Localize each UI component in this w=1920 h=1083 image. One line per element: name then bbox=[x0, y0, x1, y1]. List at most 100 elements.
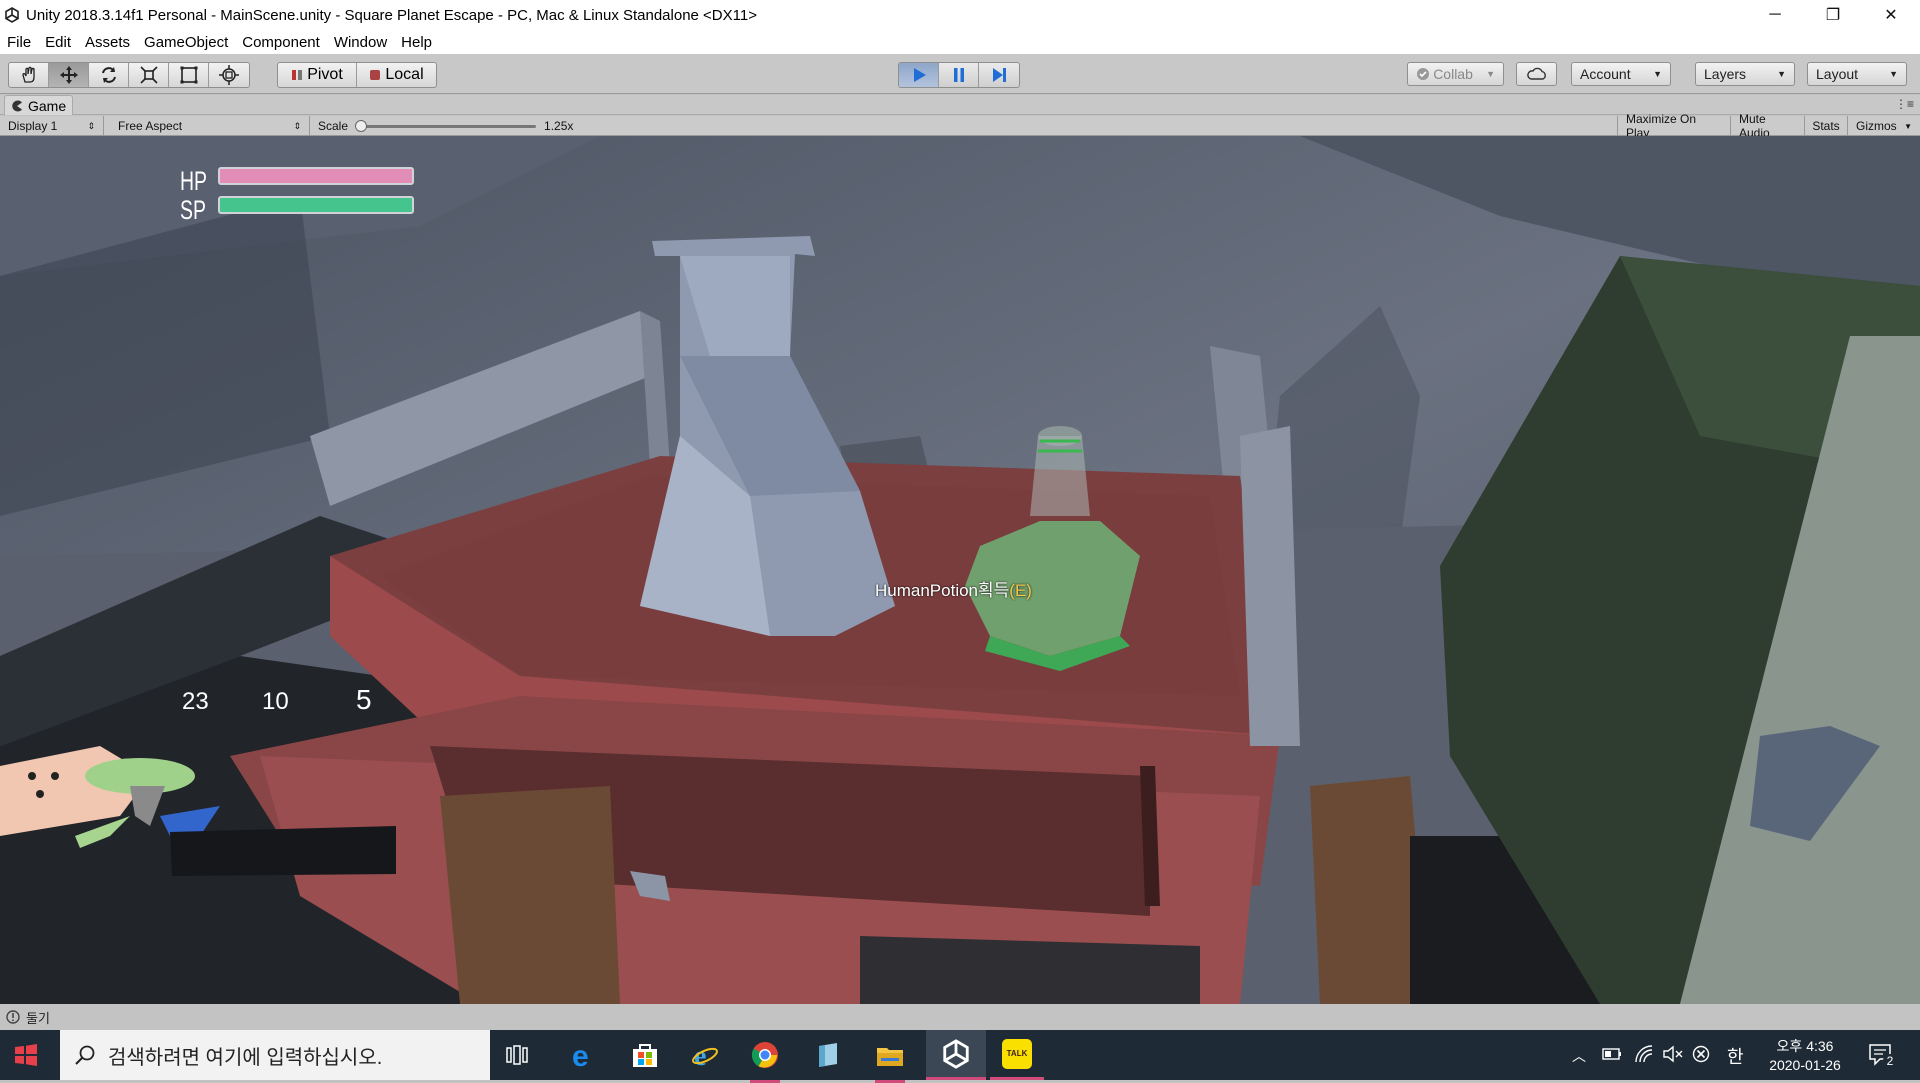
menu-component[interactable]: Component bbox=[235, 34, 327, 51]
scale-label: Scale bbox=[318, 119, 349, 133]
network-error-icon[interactable] bbox=[1692, 1045, 1710, 1068]
game-view-toolbar: Display 1 ⇕ Free Aspect ⇕ Scale 1.25x Maxi… bbox=[0, 112, 1920, 140]
volume-muted-icon[interactable] bbox=[1662, 1045, 1684, 1068]
ammo-count-1: 23 bbox=[182, 688, 209, 715]
taskbar-explorer[interactable] bbox=[875, 1040, 905, 1083]
pause-icon bbox=[953, 68, 964, 82]
main-toolbar: Pivot Local Collab ▼ Account ▼ Layers ▼ … bbox=[0, 54, 1920, 94]
info-icon bbox=[6, 1010, 20, 1024]
hand-icon bbox=[21, 66, 35, 83]
taskbar-edge[interactable]: e bbox=[568, 1040, 598, 1075]
chevron-down-icon: ▼ bbox=[1904, 121, 1912, 131]
scale-icon bbox=[139, 66, 158, 84]
transform-tool-button[interactable] bbox=[209, 63, 249, 87]
rect-tool-button[interactable] bbox=[169, 63, 209, 87]
svg-text:e: e bbox=[572, 1040, 589, 1070]
internet-explorer-icon: e bbox=[692, 1041, 718, 1072]
aspect-label: Free Aspect bbox=[118, 119, 183, 133]
layout-dropdown[interactable]: Layout ▼ bbox=[1807, 62, 1907, 86]
updown-icon: ⇕ bbox=[293, 120, 301, 131]
taskbar-unity[interactable] bbox=[926, 1030, 986, 1080]
pivot-toggle[interactable]: Pivot bbox=[278, 63, 357, 87]
step-button[interactable] bbox=[979, 63, 1019, 87]
windows-taskbar: 검색하려면 여기에 입력하십시오. e e TALK ︿ 한 오후 4:36 2… bbox=[0, 1030, 1920, 1083]
stats-toggle[interactable]: Stats bbox=[1804, 116, 1847, 136]
restore-button[interactable]: ❐ bbox=[1804, 0, 1862, 30]
rotate-tool-button[interactable] bbox=[89, 63, 129, 87]
maximize-on-play-toggle[interactable]: Maximize On Play bbox=[1617, 112, 1730, 140]
unity-logo-icon bbox=[943, 1038, 969, 1069]
updown-icon: ⇕ bbox=[87, 120, 95, 131]
battery-icon[interactable] bbox=[1602, 1047, 1622, 1066]
layers-label: Layers bbox=[1704, 66, 1747, 82]
hp-label: HP bbox=[180, 166, 208, 196]
chevron-down-icon: ▼ bbox=[1777, 69, 1786, 79]
menu-gameobject[interactable]: GameObject bbox=[137, 34, 235, 51]
hp-bar bbox=[218, 167, 414, 185]
play-icon bbox=[913, 68, 926, 82]
cloud-button[interactable] bbox=[1516, 62, 1557, 86]
taskbar-store[interactable] bbox=[630, 1040, 660, 1075]
sp-label: SP bbox=[180, 195, 206, 225]
display-label: Display 1 bbox=[8, 119, 58, 133]
pickup-prompt-key: (E) bbox=[1009, 581, 1032, 600]
pivot-icon bbox=[292, 70, 303, 80]
display-dropdown[interactable]: Display 1 ⇕ bbox=[0, 116, 104, 136]
tray-overflow-icon[interactable]: ︿ bbox=[1572, 1046, 1586, 1066]
search-icon bbox=[75, 1045, 95, 1065]
tab-menu-icon[interactable]: ⋮≡ bbox=[1895, 97, 1914, 111]
scale-control: Scale 1.25x bbox=[310, 116, 600, 136]
chevron-down-icon: ▼ bbox=[1486, 69, 1495, 79]
collab-label: Collab bbox=[1433, 66, 1473, 82]
play-button[interactable] bbox=[899, 63, 939, 87]
window-title: Unity 2018.3.14f1 Personal - MainScene.u… bbox=[26, 6, 757, 24]
notification-badge: 2 bbox=[1883, 1054, 1897, 1068]
menu-edit[interactable]: Edit bbox=[38, 34, 78, 51]
status-bar: 둘기 bbox=[0, 1004, 1920, 1030]
clock-date[interactable]: 2020-01-26 bbox=[1760, 1057, 1850, 1073]
ime-indicator[interactable]: 한 bbox=[1727, 1043, 1744, 1069]
taskbar-app-note[interactable] bbox=[813, 1040, 843, 1075]
scale-slider-thumb[interactable] bbox=[355, 120, 368, 132]
clock-time[interactable]: 오후 4:36 bbox=[1760, 1036, 1850, 1056]
menu-file[interactable]: File bbox=[0, 34, 38, 51]
chevron-down-icon: ▼ bbox=[1889, 69, 1898, 79]
menu-window[interactable]: Window bbox=[327, 34, 394, 51]
taskbar-kakaotalk[interactable]: TALK bbox=[990, 1030, 1044, 1080]
aspect-dropdown[interactable]: Free Aspect ⇕ bbox=[110, 116, 310, 136]
account-dropdown[interactable]: Account ▼ bbox=[1571, 62, 1671, 86]
taskbar-ie[interactable]: e bbox=[690, 1040, 720, 1075]
minimize-button[interactable]: ─ bbox=[1746, 0, 1804, 30]
pause-button[interactable] bbox=[939, 63, 979, 87]
task-view-button[interactable] bbox=[505, 1044, 529, 1071]
start-button[interactable] bbox=[14, 1043, 38, 1072]
menu-assets[interactable]: Assets bbox=[78, 34, 137, 51]
action-center-button[interactable]: 2 bbox=[1868, 1042, 1897, 1073]
game-viewport[interactable]: HP SP HumanPotion획득(E) 23 10 5 bbox=[0, 136, 1920, 1004]
kakaotalk-icon: TALK bbox=[1002, 1038, 1032, 1069]
gizmos-dropdown[interactable]: Gizmos ▼ bbox=[1847, 116, 1920, 136]
tab-game[interactable]: Game bbox=[4, 95, 74, 115]
layout-label: Layout bbox=[1816, 66, 1859, 82]
scale-slider[interactable] bbox=[355, 120, 537, 132]
menu-help[interactable]: Help bbox=[394, 34, 439, 51]
hand-tool-button[interactable] bbox=[9, 63, 49, 87]
collab-dropdown[interactable]: Collab ▼ bbox=[1407, 62, 1504, 86]
pacman-icon bbox=[12, 100, 22, 111]
search-placeholder: 검색하려면 여기에 입력하십시오. bbox=[108, 1046, 383, 1069]
local-toggle[interactable]: Local bbox=[357, 63, 436, 87]
status-message: 둘기 bbox=[26, 1010, 50, 1026]
wifi-icon[interactable] bbox=[1634, 1045, 1654, 1068]
taskbar-chrome[interactable] bbox=[750, 1040, 780, 1083]
taskbar-search-box[interactable]: 검색하려면 여기에 입력하십시오. bbox=[60, 1030, 490, 1080]
layers-dropdown[interactable]: Layers ▼ bbox=[1695, 62, 1795, 86]
move-tool-button[interactable] bbox=[49, 63, 89, 87]
close-button[interactable]: ✕ bbox=[1862, 0, 1920, 30]
chrome-icon bbox=[751, 1042, 778, 1068]
menu-bar: File Edit Assets GameObject Component Wi… bbox=[0, 30, 1920, 54]
scale-tool-button[interactable] bbox=[129, 63, 169, 87]
unity-logo-icon bbox=[5, 7, 19, 23]
transform-icon bbox=[219, 65, 239, 85]
mute-audio-toggle[interactable]: Mute Audio bbox=[1730, 112, 1804, 140]
account-label: Account bbox=[1580, 66, 1631, 82]
